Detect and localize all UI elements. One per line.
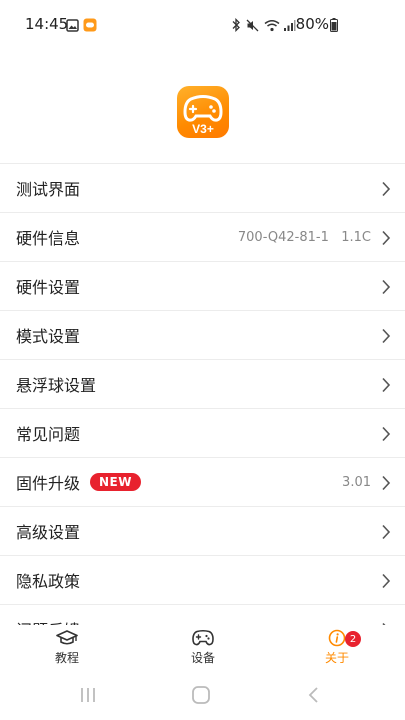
recent-apps-icon[interactable] — [78, 686, 98, 708]
chevron-right-icon — [382, 573, 391, 589]
status-time: 14:45 — [25, 15, 69, 33]
battery-percent: 80% — [295, 15, 329, 33]
battery-icon — [330, 17, 338, 36]
wifi-icon — [264, 17, 280, 36]
tab-label: 教程 — [54, 651, 79, 665]
menu-item-hardware-settings[interactable]: 硬件设置 — [0, 262, 405, 311]
home-icon[interactable] — [191, 686, 211, 708]
chevron-right-icon — [382, 328, 391, 344]
menu-item-label: 常见问题 — [16, 425, 81, 444]
menu-item-firmware-upgrade[interactable]: 固件升级 NEW 3.01 — [0, 458, 405, 507]
menu-item-label: 模式设置 — [16, 327, 81, 346]
chevron-right-icon — [382, 377, 391, 393]
status-bar: 14:45 80% — [0, 0, 405, 50]
info-icon — [328, 629, 346, 647]
menu-item-label: 硬件信息 — [16, 229, 81, 248]
menu-item-test-interface[interactable]: 测试界面 — [0, 164, 405, 213]
back-icon[interactable] — [306, 686, 320, 708]
settings-menu-list: 测试界面 硬件信息 700-Q42-81-1 1.1C 硬件设置 模式设置 悬浮… — [0, 163, 405, 625]
tab-label: 关于 — [324, 651, 349, 665]
menu-item-mode-settings[interactable]: 模式设置 — [0, 311, 405, 360]
chevron-right-icon — [382, 181, 391, 197]
notification-badge: 2 — [345, 631, 361, 647]
gallery-icon — [66, 17, 79, 36]
chevron-right-icon — [382, 426, 391, 442]
new-badge: NEW — [90, 473, 141, 491]
mute-icon — [246, 17, 259, 36]
menu-item-privacy-policy[interactable]: 隐私政策 — [0, 556, 405, 605]
menu-item-hardware-info[interactable]: 硬件信息 700-Q42-81-1 1.1C — [0, 213, 405, 262]
gamepad-logo-icon: V3+ — [183, 95, 223, 136]
menu-item-label: 测试界面 — [16, 180, 81, 199]
menu-item-label: 高级设置 — [16, 523, 81, 542]
signal-icon — [283, 17, 296, 36]
menu-item-label: 固件升级 — [16, 474, 81, 493]
logo-text: V3+ — [192, 122, 214, 136]
tab-about[interactable]: 关于 2 — [297, 629, 377, 666]
bluetooth-icon — [231, 17, 241, 36]
menu-item-floating-ball-settings[interactable]: 悬浮球设置 — [0, 360, 405, 409]
system-nav-bar — [0, 670, 405, 720]
tab-tutorial[interactable]: 教程 — [27, 629, 107, 666]
app-notification-icon — [83, 17, 97, 36]
menu-item-label: 隐私政策 — [16, 572, 81, 591]
firmware-version-value: 3.01 — [342, 474, 371, 490]
app-logo: V3+ — [177, 86, 229, 138]
menu-item-advanced-settings[interactable]: 高级设置 — [0, 507, 405, 556]
menu-item-label: 悬浮球设置 — [16, 376, 97, 395]
chevron-right-icon — [382, 230, 391, 246]
gamepad-icon — [192, 629, 214, 646]
menu-item-feedback[interactable]: 问题反馈 — [0, 605, 405, 625]
chevron-right-icon — [382, 524, 391, 540]
tab-label: 设备 — [190, 651, 215, 665]
graduation-cap-icon — [56, 630, 78, 645]
chevron-right-icon — [382, 279, 391, 295]
bottom-tab-bar: 教程 设备 关于 2 — [0, 625, 405, 670]
menu-item-label: 硬件设置 — [16, 278, 81, 297]
menu-item-faq[interactable]: 常见问题 — [0, 409, 405, 458]
chevron-right-icon — [382, 475, 391, 491]
menu-item-label: 问题反馈 — [16, 617, 80, 625]
tab-device[interactable]: 设备 — [163, 629, 243, 666]
hardware-info-value: 700-Q42-81-1 1.1C — [237, 229, 371, 245]
